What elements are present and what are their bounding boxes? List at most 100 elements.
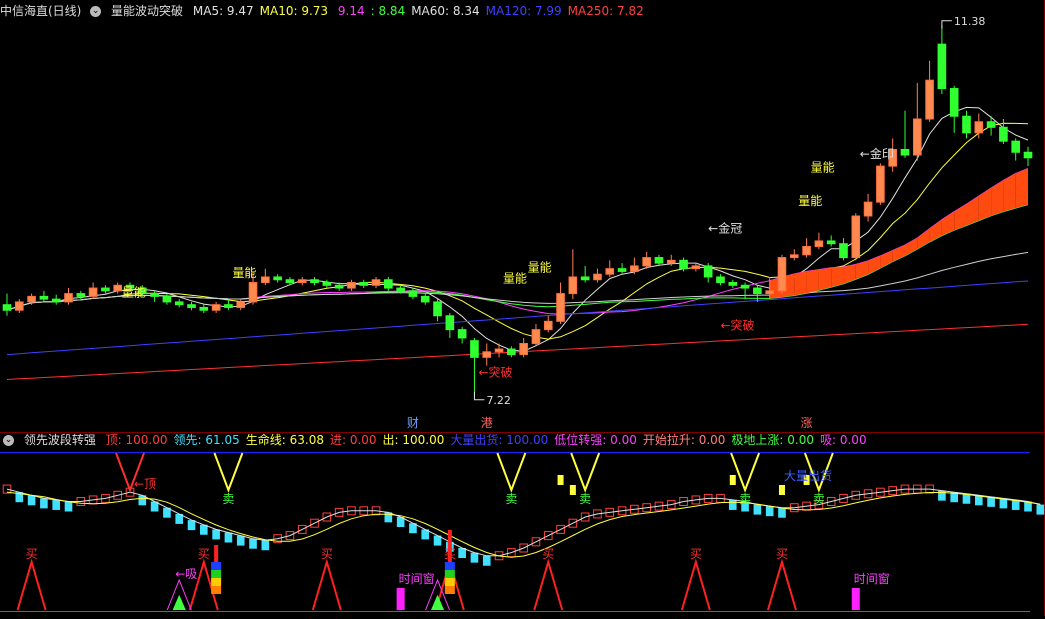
candle-body bbox=[14, 301, 24, 311]
high-label: 11.38 bbox=[954, 15, 986, 28]
candle-body bbox=[162, 295, 172, 303]
candle-body bbox=[359, 282, 369, 286]
trend-fill-segment bbox=[794, 271, 807, 296]
candle-body bbox=[285, 279, 295, 284]
osc-bar-down bbox=[64, 501, 73, 512]
signal-stack-block bbox=[211, 570, 222, 578]
candle-body bbox=[826, 240, 836, 245]
signal-stack-block bbox=[211, 586, 222, 594]
candle-body bbox=[371, 279, 381, 286]
candle-body bbox=[101, 287, 110, 292]
candle-body bbox=[789, 254, 799, 259]
sub-value-9: 吸: 0.00 bbox=[820, 433, 867, 447]
jinguan-label: ←金冠 bbox=[708, 221, 742, 236]
sub-indicator-name[interactable]: 领先波段转强 bbox=[24, 433, 96, 447]
candle-body bbox=[777, 257, 787, 292]
time-window-bar bbox=[851, 588, 860, 610]
candle-body bbox=[543, 320, 553, 331]
candle-body bbox=[703, 265, 713, 278]
buy-label: 买 bbox=[542, 547, 554, 561]
trend-fill-segment bbox=[1015, 168, 1028, 209]
sub-indicator-values: 顶: 100.00 领先: 61.05 生命线: 63.08 进: 0.00 出: 10… bbox=[106, 433, 873, 447]
osc-bar-down bbox=[778, 507, 786, 518]
candle-body bbox=[851, 215, 861, 259]
candle-body bbox=[593, 273, 602, 281]
sell-label: 卖 bbox=[222, 492, 234, 506]
ma-value-3: : 8.84 bbox=[370, 4, 406, 18]
signal-stack-block bbox=[211, 562, 222, 570]
candle-body bbox=[457, 329, 467, 339]
big-out-label: 大量出货 bbox=[784, 468, 832, 483]
indicator-toggle-icon[interactable]: ⌄ bbox=[90, 6, 102, 17]
candle-body bbox=[334, 284, 344, 289]
liangneng-label: 量能 bbox=[811, 161, 835, 175]
candle-body bbox=[2, 304, 12, 311]
liangneng-label: 量能 bbox=[528, 260, 552, 274]
sell-label: 卖 bbox=[813, 492, 825, 506]
candle-body bbox=[740, 284, 750, 289]
indicator-name[interactable]: 量能波动突破 bbox=[111, 4, 183, 18]
liangneng-label: 量能 bbox=[503, 272, 527, 286]
candle-body bbox=[76, 293, 86, 297]
candle-body bbox=[150, 293, 159, 297]
osc-bar-down bbox=[765, 506, 774, 517]
candle-body bbox=[1011, 140, 1021, 153]
candle-body bbox=[519, 342, 528, 356]
signal-yellow-bar bbox=[557, 475, 564, 485]
sub-value-6: 低位转强: 0.00 bbox=[554, 433, 637, 447]
sub-value-8: 极地上涨: 0.00 bbox=[731, 433, 814, 447]
sub-value-2: 生命线: 63.08 bbox=[245, 433, 324, 447]
buy-label: 买 bbox=[321, 547, 333, 561]
chart-window: ←顶卖卖卖卖卖买买买买买买买←吸时间窗时间窗大量出货 11.387.22量能量能… bbox=[0, 0, 1045, 616]
top-label: ←顶 bbox=[134, 477, 156, 491]
candle-body bbox=[691, 265, 701, 270]
candle-body bbox=[679, 259, 688, 270]
candle-body bbox=[408, 290, 418, 297]
liangneng-label: 量能 bbox=[232, 266, 256, 280]
candle-body bbox=[224, 304, 233, 308]
breakout-label: ←突破 bbox=[478, 365, 512, 380]
low-label: 7.22 bbox=[486, 394, 511, 407]
ma-value-2: 9.14 bbox=[334, 4, 365, 18]
buy-label: 买 bbox=[26, 547, 38, 561]
osc-bar-down bbox=[52, 499, 61, 510]
candle-body bbox=[937, 43, 947, 90]
ma-value-5: MA120: 7.99 bbox=[485, 4, 562, 18]
candle-body bbox=[211, 304, 221, 311]
candle-body bbox=[433, 301, 442, 317]
sub-value-5: 大量出货: 100.00 bbox=[450, 433, 549, 447]
signal-stack-block bbox=[444, 586, 455, 594]
signal-yellow-bar bbox=[729, 475, 736, 485]
candle-body bbox=[1023, 151, 1033, 159]
candle-body bbox=[839, 243, 848, 259]
sub-indicator-toggle-icon[interactable]: ⌄ bbox=[3, 435, 14, 446]
candle-body bbox=[199, 306, 209, 311]
sub-header: ⌄ 领先波段转强 顶: 100.00 领先: 61.05 生命线: 63.08 进: … bbox=[0, 431, 873, 449]
candle-body bbox=[753, 287, 762, 295]
candle-body bbox=[814, 240, 824, 247]
time-window-label: 时间窗 bbox=[854, 572, 890, 586]
trend-fill-segment bbox=[806, 269, 819, 294]
absorb-label: ←吸 bbox=[175, 567, 197, 581]
osc-bar-down bbox=[753, 504, 762, 515]
signal-stack-top bbox=[447, 530, 452, 565]
signal-stack-block bbox=[444, 578, 455, 586]
sub-value-7: 开始拉升: 0.00 bbox=[642, 433, 726, 447]
event-marker: 财 bbox=[407, 416, 419, 430]
candle-body bbox=[236, 301, 246, 308]
jinyin-label: ←金印 bbox=[860, 146, 894, 161]
candle-body bbox=[113, 284, 123, 292]
candle-body bbox=[716, 276, 725, 284]
osc-bar-down bbox=[482, 555, 491, 566]
signal-yellow-bar bbox=[778, 485, 785, 495]
candle-body bbox=[482, 351, 492, 358]
candle-body bbox=[728, 282, 738, 286]
osc-bar-down bbox=[249, 538, 257, 549]
candle-body bbox=[642, 257, 651, 267]
signal-stack-block bbox=[211, 578, 222, 586]
candle-body bbox=[64, 293, 73, 303]
event-marker: 港 bbox=[481, 416, 493, 430]
sell-label: 卖 bbox=[579, 492, 591, 506]
ma-value-1: MA10: 9.73 bbox=[259, 4, 329, 18]
main-header: 中信海直(日线) ⌄ 量能波动突破 MA5: 9.47 MA10: 9.73 9.… bbox=[0, 2, 650, 20]
